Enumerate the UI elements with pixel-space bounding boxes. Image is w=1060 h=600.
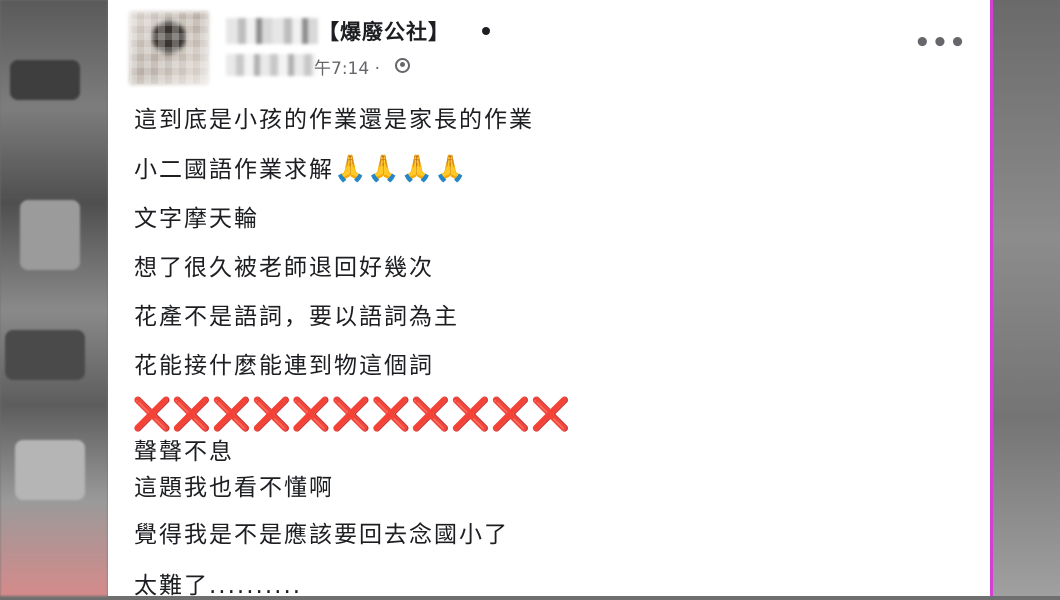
background-video-left <box>0 0 108 596</box>
more-options-button[interactable]: ••• <box>914 28 966 58</box>
frame-border <box>990 0 993 596</box>
post-text-line: 文字摩天輪 <box>134 206 259 232</box>
background-video-right <box>993 0 1060 596</box>
post-text-line: 想了很久被老師退回好幾次 <box>134 255 434 281</box>
post-text-line: 太難了.......... <box>134 573 303 599</box>
post-text-line: 花能接什麼能連到物這個詞 <box>134 353 434 379</box>
praying-hands-emoji: 🙏🙏🙏🙏 <box>334 154 468 184</box>
post-text-line: 小二國語作業求解🙏🙏🙏🙏 <box>134 150 468 184</box>
group-name[interactable]: 【爆廢公社】 <box>318 16 450 46</box>
post-text-line: 覺得我是不是應該要回去念國小了 <box>134 522 509 548</box>
post-timestamp[interactable]: 午7:14 · <box>314 54 380 79</box>
separator-dot <box>482 27 490 35</box>
avatar-blur-mask <box>130 12 208 84</box>
facebook-post: 【爆廢公社】 午7:14 · ••• 這到底是小孩的作業還是家長的作業 小二國語… <box>108 0 990 599</box>
post-text-line: 這到底是小孩的作業還是家長的作業 <box>134 107 534 133</box>
globe-icon <box>395 58 410 73</box>
post-text-line: 這題我也看不懂啊 <box>134 475 334 501</box>
date-blurred <box>226 54 316 76</box>
post-text-line: 聲聲不息 <box>134 439 234 465</box>
author-name-blurred[interactable] <box>226 18 318 44</box>
post-text-line: 花產不是語詞，要以語詞為主 <box>134 304 459 330</box>
cross-mark-emoji-row: ❌❌❌❌❌❌❌❌❌❌❌ <box>132 395 571 433</box>
post-text: 小二國語作業求解 <box>134 157 334 183</box>
